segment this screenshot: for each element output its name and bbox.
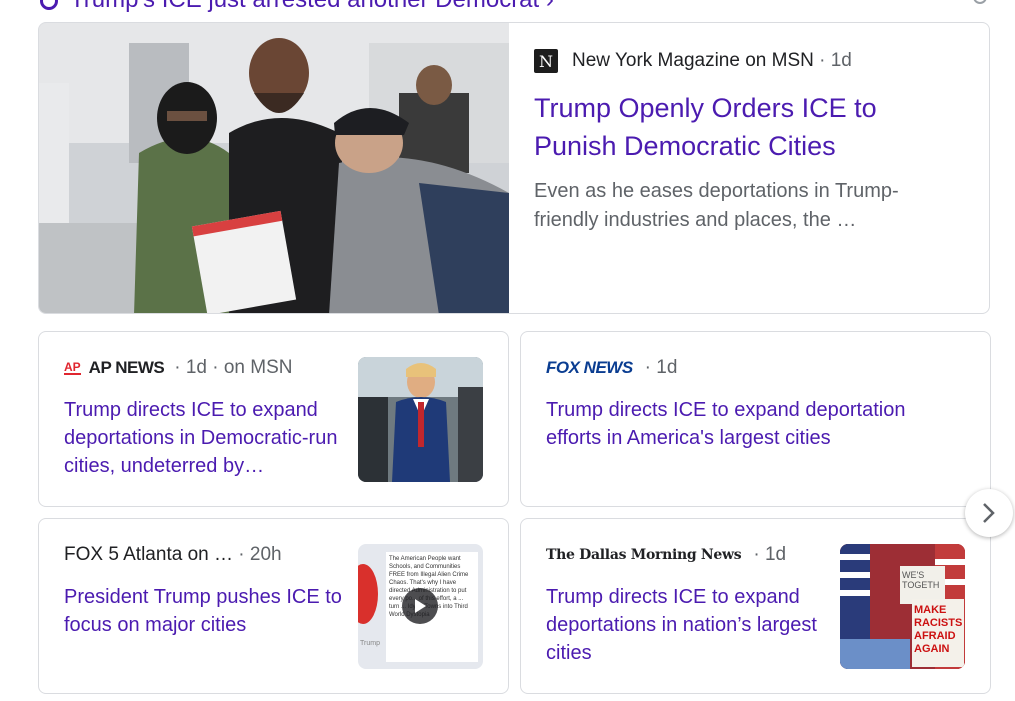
news-card-ap[interactable]: AP AP NEWS · 1d · on MSN Trump directs I… [38,331,509,507]
thumb-signature: Trump [360,640,380,647]
card-title-link[interactable]: Trump directs ICE to expand deportation … [546,396,966,452]
card-title-link[interactable]: Trump directs ICE to expand deportations… [546,583,826,667]
card-thumbnail: WE'S TOGETH MAKE RACISTS AFRAID AGAIN [840,544,965,669]
card-body: FOX NEWS · 1d Trump directs ICE to expan… [546,354,966,452]
card-title-link[interactable]: President Trump pushes ICE to focus on m… [64,583,344,639]
card-meta: · 20h [238,544,282,565]
card-body: The Dallas Morning News · 1d Trump direc… [546,541,826,667]
more-icon[interactable] [973,0,987,4]
hero-photo [39,23,509,313]
card-meta: · 1d [644,357,678,378]
dallas-morning-news-logo: The Dallas Morning News [546,547,742,563]
sign-text-2: MAKE RACISTS AFRAID AGAIN [914,604,963,655]
hero-age: · 1d [819,50,852,71]
next-button[interactable] [965,489,1013,537]
chevron-right-icon [983,503,995,523]
card-meta: · 1d [753,544,787,565]
card-meta: · 1d · on MSN [174,357,293,378]
hero-source: New York Magazine on MSN [572,50,814,71]
nymag-logo-icon: N [534,49,558,73]
news-card-fox5[interactable]: FOX 5 Atlanta on … · 20h President Trump… [38,518,509,694]
card-source-row: AP AP NEWS · 1d · on MSN [64,354,344,382]
heading-icon [40,0,58,10]
card-source: FOX 5 Atlanta on … [64,544,233,565]
play-icon[interactable] [402,588,438,624]
hero-snippet: Even as he eases deportations in Trump-f… [534,180,899,231]
card-body: FOX 5 Atlanta on … · 20h President Trump… [64,541,344,639]
fox-news-logo: FOX NEWS [546,358,633,377]
hero-body: N New York Magazine on MSN · 1d Trump Op… [534,47,954,235]
hero-title-link[interactable]: Trump Openly Orders ICE to Punish Democr… [534,89,954,165]
card-source-row: FOX NEWS · 1d [546,354,966,382]
top-heading[interactable]: Trump's ICE just arrested another Democr… [40,0,554,13]
thumb-accent [358,564,378,624]
video-thumbnail[interactable]: The American People want Schools, and Co… [358,544,483,669]
news-card-fox[interactable]: FOX NEWS · 1d Trump directs ICE to expan… [520,331,991,507]
card-thumbnail [358,357,483,482]
card-source-row: The Dallas Morning News · 1d [546,541,826,569]
hero-source-row: N New York Magazine on MSN · 1d [534,47,954,75]
card-title-link[interactable]: Trump directs ICE to expand deportations… [64,396,344,480]
card-body: AP AP NEWS · 1d · on MSN Trump directs I… [64,354,344,480]
sign-text-1: WE'S TOGETH [902,570,940,590]
news-card-dmn[interactable]: The Dallas Morning News · 1d Trump direc… [520,518,991,694]
card-source-row: FOX 5 Atlanta on … · 20h [64,541,344,569]
hero-news-card[interactable]: N New York Magazine on MSN · 1d Trump Op… [38,22,990,314]
ap-news-logo: AP AP NEWS [64,358,165,377]
